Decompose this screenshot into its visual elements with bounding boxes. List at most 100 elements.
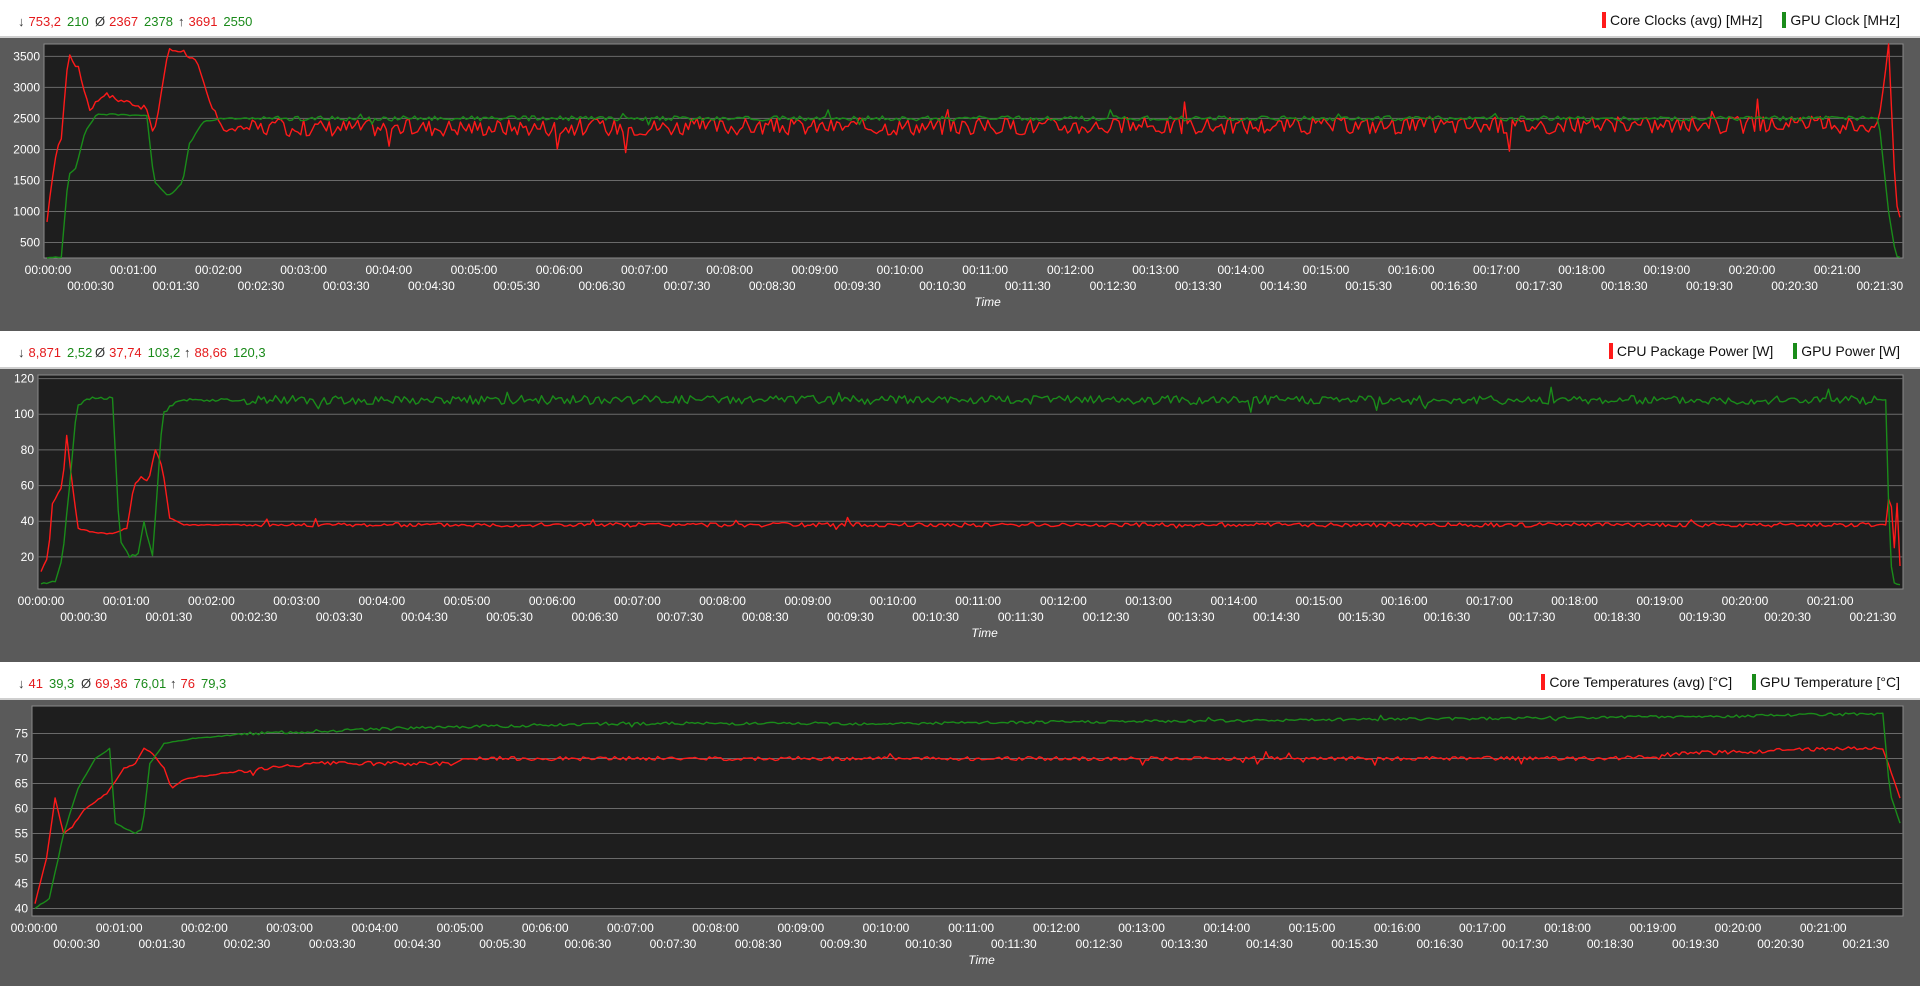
x-tick-label: 00:15:30 [1345,279,1392,293]
avg-stat: Ø 37,74 103,2 [95,345,180,360]
x-tick-label: 00:10:30 [912,610,959,624]
legend: Core Temperatures (avg) [°C] GPU Tempera… [1525,674,1900,690]
avg-red-value: 37,74 [109,345,142,360]
y-tick-label: 80 [21,443,35,457]
max-arrow-icon: ↑ [184,345,191,360]
x-tick-label: 00:19:30 [1686,279,1733,293]
x-tick-label: 00:02:00 [181,921,228,935]
legend-item-green[interactable]: GPU Power [W] [1793,343,1900,359]
x-tick-label: 00:01:30 [152,279,199,293]
x-tick-label: 00:17:00 [1466,594,1513,608]
legend-label: Core Clocks (avg) [MHz] [1609,12,1763,28]
x-tick-label: 00:03:30 [323,279,370,293]
legend-label: GPU Clock [MHz] [1790,12,1900,28]
x-tick-label: 00:21:00 [1814,263,1861,277]
x-tick-label: 00:19:00 [1636,594,1683,608]
avg-stat: Ø 2367 2378 [95,14,173,29]
legend-swatch-red [1541,674,1546,690]
x-axis-label: Time [968,953,995,967]
x-tick-label: 00:11:30 [991,937,1037,951]
x-tick-label: 00:03:30 [309,937,356,951]
x-tick-label: 00:12:30 [1090,279,1137,293]
x-tick-label: 00:02:30 [238,279,285,293]
legend-swatch-green [1782,12,1787,28]
min-stat: ↓ 753,2 210 [18,14,89,29]
y-tick-label: 60 [21,479,35,493]
legend-swatch-green [1752,674,1757,690]
max-stat: ↑ 3691 2550 [178,14,252,29]
avg-stat: Ø 69,36 76,01 [81,676,166,691]
x-tick-label: 00:08:30 [735,937,782,951]
x-tick-label: 00:09:00 [791,263,838,277]
x-tick-label: 00:20:00 [1729,263,1776,277]
min-arrow-icon: ↓ [18,345,25,360]
x-tick-label: 00:20:00 [1715,921,1762,935]
x-tick-label: 00:16:30 [1430,279,1477,293]
max-arrow-icon: ↑ [170,676,177,691]
y-tick-label: 1000 [13,204,40,218]
x-tick-label: 00:11:30 [1005,279,1051,293]
min-red-value: 41 [28,676,43,691]
x-tick-label: 00:15:30 [1338,610,1385,624]
min-stat: ↓ 8,871 2,52 [18,345,92,360]
x-tick-label: 00:14:30 [1246,937,1293,951]
stats-bar: ↓ 753,2 210 Ø 2367 2378 ↑ 3691 2550 Core Clock… [0,0,1920,38]
max-red-value: 88,66 [194,345,228,360]
legend-item-red[interactable]: CPU Package Power [W] [1608,343,1773,359]
y-tick-label: 45 [15,877,29,891]
x-tick-label: 00:18:30 [1594,610,1641,624]
x-tick-label: 00:11:00 [955,594,1001,608]
x-tick-label: 00:11:30 [998,610,1044,624]
x-tick-label: 00:02:30 [224,937,271,951]
x-tick-label: 00:06:30 [571,610,618,624]
x-tick-label: 00:04:30 [401,610,448,624]
legend-item-green[interactable]: GPU Temperature [°C] [1752,674,1900,690]
min-green-value: 39,3 [48,676,75,691]
legend-item-red[interactable]: Core Clocks (avg) [MHz] [1601,12,1763,28]
chart-svg: 40 45 50 55 60 65 70 75 00:00:00 00:01:00 00:02:00… [0,700,1920,986]
y-tick-label: 20 [21,550,35,564]
x-tick-label: 00:14:00 [1217,263,1264,277]
legend-item-red[interactable]: Core Temperatures (avg) [°C] [1541,674,1732,690]
x-tick-label: 00:13:00 [1118,921,1165,935]
x-tick-label: 00:07:30 [664,279,711,293]
y-tick-label: 3500 [13,49,40,63]
max-green-value: 79,3 [200,676,227,691]
x-tick-label: 00:12:00 [1040,594,1087,608]
x-tick-label: 00:09:00 [784,594,831,608]
x-tick-label: 00:09:30 [827,610,874,624]
x-tick-label: 00:07:00 [621,263,668,277]
x-tick-label: 00:18:30 [1601,279,1648,293]
min-green-value: 210 [67,14,89,29]
x-tick-label: 00:15:00 [1289,921,1336,935]
max-stat: ↑ 76 79,3 [170,676,226,691]
x-tick-label: 00:01:00 [96,921,143,935]
legend-label: GPU Temperature [°C] [1760,674,1900,690]
legend: CPU Package Power [W] GPU Power [W] [1593,343,1900,359]
legend-swatch-green [1793,343,1798,359]
x-tick-label: 00:00:00 [11,921,58,935]
x-tick-label: 00:17:30 [1502,937,1549,951]
min-arrow-icon: ↓ [18,14,25,29]
x-tick-label: 00:01:30 [145,610,192,624]
y-tick-label: 70 [15,752,29,766]
min-stat: ↓ 41 39,3 [18,676,74,691]
x-tick-label: 00:02:30 [231,610,278,624]
chart-svg: 20 40 60 80 100 120 00:00:00 00:01:00 00:02:00 00… [0,369,1920,658]
x-tick-label: 00:02:00 [195,263,242,277]
x-tick-label: 00:16:00 [1374,921,1421,935]
chart-panel-power: ↓ 8,871 2,52 Ø 37,74 103,2 ↑ 88,66 120,3 CPU P… [0,331,1920,658]
legend-label: GPU Power [W] [1801,343,1900,359]
x-axis-label: Time [971,626,998,640]
y-tick-label: 40 [21,514,35,528]
legend-item-green[interactable]: GPU Clock [MHz] [1782,12,1900,28]
x-tick-label: 00:21:00 [1807,594,1854,608]
x-tick-label: 00:05:00 [437,921,484,935]
x-tick-label: 00:17:30 [1509,610,1556,624]
y-tick-label: 100 [14,407,34,421]
x-tick-label: 00:08:30 [742,610,789,624]
x-tick-label: 00:19:00 [1643,263,1690,277]
y-tick-label: 2000 [13,142,40,156]
x-tick-label: 00:14:30 [1253,610,1300,624]
x-tick-label: 00:19:30 [1672,937,1719,951]
